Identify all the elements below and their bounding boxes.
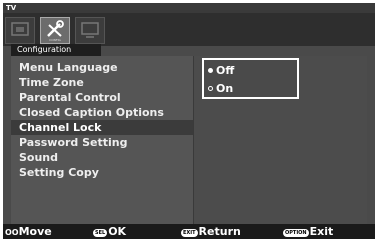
arrow-keys-icon: OO xyxy=(5,228,19,237)
wrench-screwdriver-icon[interactable]: CONFIG xyxy=(40,17,70,44)
hint-move-label: Move xyxy=(18,225,52,238)
menu-item-time-zone[interactable]: Time Zone xyxy=(11,75,193,90)
window-title: TV xyxy=(6,4,17,12)
hint-ok-label: OK xyxy=(108,225,127,238)
section-heading: Configuration xyxy=(11,44,101,56)
picture-icon[interactable] xyxy=(5,17,35,44)
hint-return-label: Return xyxy=(198,225,241,238)
option-on-label: On xyxy=(216,82,234,95)
category-icon-bar: CONFIG xyxy=(3,13,375,46)
option-on[interactable]: On xyxy=(208,81,233,97)
sel-key-icon: SEL xyxy=(93,229,108,237)
tv-screen-icon[interactable] xyxy=(75,17,105,44)
radio-unselected-icon xyxy=(208,86,213,91)
hint-ok: SEL OK xyxy=(93,224,126,239)
hint-return: EXIT Return xyxy=(181,224,241,239)
menu-item-closed-caption-options[interactable]: Closed Caption Options xyxy=(11,105,193,120)
menu-item-channel-lock[interactable]: Channel Lock xyxy=(11,120,193,135)
menu-item-menu-language[interactable]: Menu Language xyxy=(11,60,193,75)
settings-menu: Menu Language Time Zone Parental Control… xyxy=(11,60,193,180)
hint-exit-label: Exit xyxy=(309,225,334,238)
menu-item-parental-control[interactable]: Parental Control xyxy=(11,90,193,105)
title-bar: TV xyxy=(3,3,375,13)
menu-item-setting-copy[interactable]: Setting Copy xyxy=(11,165,193,180)
tv-menu-screen: TV CONFIG Configuration Menu Language Ti… xyxy=(3,3,375,239)
menu-item-sound[interactable]: Sound xyxy=(11,150,193,165)
option-off[interactable]: Off xyxy=(208,63,234,79)
option-off-label: Off xyxy=(216,64,235,77)
config-icon-caption: CONFIG xyxy=(49,38,61,42)
channel-lock-options: Off On xyxy=(202,58,299,99)
footer-hint-bar: OOMove SEL OK EXIT Return OPTION Exit xyxy=(3,224,375,239)
menu-item-password-setting[interactable]: Password Setting xyxy=(11,135,193,150)
radio-selected-icon xyxy=(208,68,213,73)
option-key-icon: OPTION xyxy=(283,229,309,237)
hint-move: OOMove xyxy=(5,224,52,239)
exit-key-icon: EXIT xyxy=(181,229,198,237)
hint-exit: OPTION Exit xyxy=(283,224,333,239)
